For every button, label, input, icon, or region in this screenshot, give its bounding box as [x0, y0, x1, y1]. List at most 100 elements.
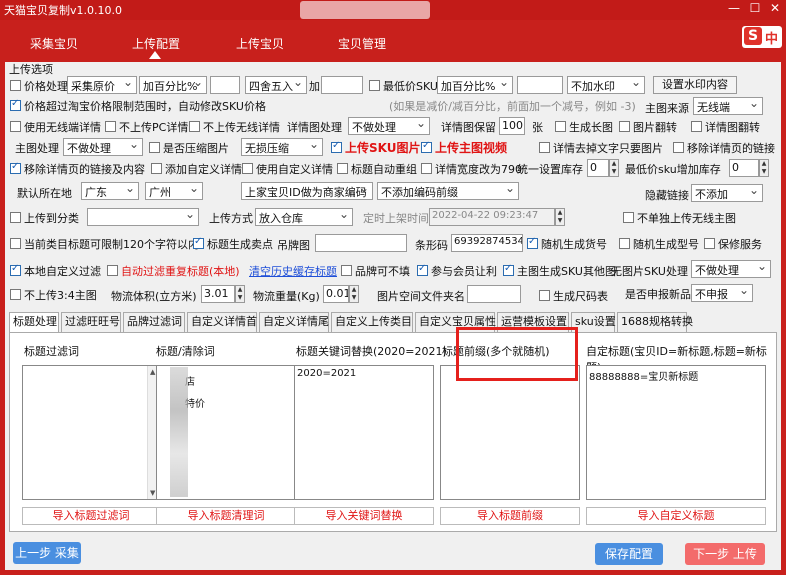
- weight-input[interactable]: 0.01: [323, 285, 349, 303]
- filter-words-textarea[interactable]: ▲ ▼: [22, 365, 160, 500]
- scroll-up-icon[interactable]: ▲: [150, 368, 155, 376]
- no-pc-detail-checkbox[interactable]: 不上传PC详情: [105, 119, 188, 135]
- minimize-icon[interactable]: —: [725, 1, 743, 15]
- import-replace-button[interactable]: 导入关键词替换: [294, 507, 434, 525]
- use-custom-detail-checkbox[interactable]: 使用自定义详情: [242, 161, 333, 177]
- tab-filter-wangwang[interactable]: 过滤旺旺号: [61, 312, 121, 332]
- stock-spinner[interactable]: ▲ ▼: [609, 159, 619, 177]
- remove-link-content-checkbox[interactable]: 移除详情页的链接及内容: [10, 161, 145, 177]
- next-step-button[interactable]: 下一步 上传: [685, 543, 765, 565]
- main-sku-image-checkbox[interactable]: 主图生成SKU其他图: [503, 263, 616, 279]
- tab-custom-detail-tail[interactable]: 自定义详情尾: [259, 312, 329, 332]
- no-wireless-main-checkbox[interactable]: 不单独上传无线主图: [623, 210, 736, 226]
- schedule-spinner[interactable]: ▲ ▼: [555, 208, 565, 226]
- weight-spinner[interactable]: ▲ ▼: [349, 285, 359, 303]
- close-icon[interactable]: ✕: [766, 1, 784, 15]
- brand-optional-checkbox[interactable]: 品牌可不填: [341, 263, 410, 279]
- nav-tab-collect[interactable]: 采集宝贝: [30, 35, 78, 52]
- min-sku-checkbox[interactable]: 最低价SKU: [369, 78, 438, 94]
- city-select[interactable]: 广州: [145, 182, 203, 200]
- nav-tab-manage[interactable]: 宝贝管理: [338, 35, 386, 52]
- import-custom-title-button[interactable]: 导入自定义标题: [586, 507, 766, 525]
- nav-tab-upload-config[interactable]: 上传配置: [132, 35, 180, 52]
- local-filter-checkbox[interactable]: 本地自定义过滤: [10, 263, 101, 279]
- code-prefix-select[interactable]: 不添加编码前缀: [377, 182, 519, 200]
- upload-sku-image-checkbox[interactable]: 上传SKU图片: [331, 139, 420, 156]
- import-clean-button[interactable]: 导入标题清理词: [156, 507, 296, 525]
- category-select[interactable]: [87, 208, 199, 226]
- random-sku-no-checkbox[interactable]: 随机生成货号: [527, 236, 607, 252]
- barcode-input[interactable]: 6939287453435: [451, 234, 523, 252]
- volume-spinner[interactable]: ▲ ▼: [235, 285, 245, 303]
- schedule-input[interactable]: 2022-04-22 09:23:47: [429, 208, 555, 226]
- watermark-select[interactable]: 不加水印: [567, 76, 645, 94]
- prev-step-button[interactable]: 上一步 采集: [13, 542, 81, 564]
- tag-image-input[interactable]: [315, 234, 407, 252]
- custom-title-textarea[interactable]: 88888888=宝贝新标题: [586, 365, 766, 500]
- warranty-checkbox[interactable]: 保修服务: [704, 236, 762, 252]
- flip-detail-checkbox[interactable]: 详情图翻转: [691, 119, 760, 135]
- import-prefix-button[interactable]: 导入标题前缀: [440, 507, 580, 525]
- new-product-label: 是否申报新品: [625, 288, 691, 301]
- upload-category-checkbox[interactable]: 上传到分类: [10, 210, 79, 226]
- long-image-checkbox[interactable]: 生成长图: [555, 119, 613, 135]
- upload-video-checkbox[interactable]: 上传主图视频: [421, 139, 507, 156]
- detail-image-select[interactable]: 不做处理: [348, 117, 430, 135]
- compress-checkbox[interactable]: 是否压缩图片: [149, 140, 229, 156]
- no-wireless-detail-checkbox[interactable]: 不上传无线详情: [189, 119, 280, 135]
- size-chart-checkbox[interactable]: 生成尺码表: [539, 288, 608, 304]
- use-wireless-detail-checkbox[interactable]: 使用无线端详情: [10, 119, 101, 135]
- price-process-checkbox[interactable]: 价格处理: [10, 78, 68, 94]
- price-value-input[interactable]: [210, 76, 240, 94]
- tab-custom-detail-head[interactable]: 自定义详情首: [187, 312, 257, 332]
- upload-mode-select[interactable]: 放入仓库: [255, 208, 353, 226]
- new-product-select[interactable]: 不申报: [691, 284, 753, 302]
- maximize-icon[interactable]: ☐: [746, 1, 764, 15]
- prefix-textarea[interactable]: [440, 365, 580, 500]
- price-mode-select[interactable]: 加百分比%: [139, 76, 207, 94]
- stock-input[interactable]: 0: [587, 159, 609, 177]
- title-regroup-checkbox[interactable]: 标题自动重组: [337, 161, 417, 177]
- nav-tab-upload[interactable]: 上传宝贝: [236, 35, 284, 52]
- scroll-down-icon[interactable]: ▼: [150, 489, 155, 497]
- tab-brand-filter[interactable]: 品牌过滤词: [123, 312, 185, 332]
- title-limit-checkbox[interactable]: 当前类目标题可限制120个字符以内: [10, 236, 199, 252]
- remove-link-checkbox[interactable]: 移除详情页的链接: [673, 140, 775, 156]
- replace-words-textarea[interactable]: 2020=2021: [294, 365, 434, 500]
- compress-select[interactable]: 无损压缩: [241, 138, 323, 156]
- no-image-sku-select[interactable]: 不做处理: [691, 260, 771, 278]
- selling-point-checkbox[interactable]: 标题生成卖点: [193, 236, 273, 252]
- dedupe-title-checkbox[interactable]: 自动过滤重复标题(本地): [107, 263, 240, 279]
- clear-cache-link[interactable]: 清空历史缓存标题: [249, 263, 337, 279]
- flip-image-checkbox[interactable]: 图片翻转: [619, 119, 677, 135]
- round-select[interactable]: 四舍五入: [245, 76, 307, 94]
- random-model-checkbox[interactable]: 随机生成型号: [619, 236, 699, 252]
- min-sku-stock-spinner[interactable]: ▲ ▼: [759, 159, 769, 177]
- text-free-detail-checkbox[interactable]: 详情去掉文字只要图片: [539, 140, 663, 156]
- no-34-main-checkbox[interactable]: 不上传3:4主图: [10, 287, 97, 303]
- price-process-label: 价格处理: [24, 80, 68, 93]
- auto-price-checkbox[interactable]: 价格超过淘宝价格限制范围时，自动修改SKU价格: [10, 98, 266, 114]
- set-watermark-button[interactable]: 设置水印内容: [653, 76, 737, 94]
- add-value-input[interactable]: [321, 76, 363, 94]
- main-image-source-select[interactable]: 无线端: [693, 97, 763, 115]
- save-config-button[interactable]: 保存配置: [595, 543, 663, 565]
- min-sku-mode-select[interactable]: 加百分比%: [437, 76, 513, 94]
- tab-title-process[interactable]: 标题处理: [9, 312, 59, 333]
- member-discount-checkbox[interactable]: 参与会员让利: [417, 263, 497, 279]
- detail-width-checkbox[interactable]: 详情宽度改为790: [421, 161, 522, 177]
- import-filter-button[interactable]: 导入标题过滤词: [22, 507, 160, 525]
- price-source-select[interactable]: 采集原价: [67, 76, 137, 94]
- province-select[interactable]: 广东: [81, 182, 139, 200]
- detail-keep-input[interactable]: 100: [499, 117, 525, 135]
- min-sku-stock-input[interactable]: 0: [729, 159, 759, 177]
- merchant-code-select[interactable]: 上家宝贝ID做为商家编码: [241, 182, 373, 200]
- hidden-link-select[interactable]: 不添加: [691, 184, 763, 202]
- volume-input[interactable]: 3.01: [201, 285, 235, 303]
- min-sku-value-input[interactable]: [517, 76, 563, 94]
- tab-1688[interactable]: 1688规格转换: [617, 312, 693, 332]
- add-custom-detail-checkbox[interactable]: 添加自定义详情: [151, 161, 242, 177]
- folder-input[interactable]: [467, 285, 521, 303]
- tab-custom-category[interactable]: 自定义上传类目: [331, 312, 413, 332]
- main-image-process-select[interactable]: 不做处理: [63, 138, 143, 156]
